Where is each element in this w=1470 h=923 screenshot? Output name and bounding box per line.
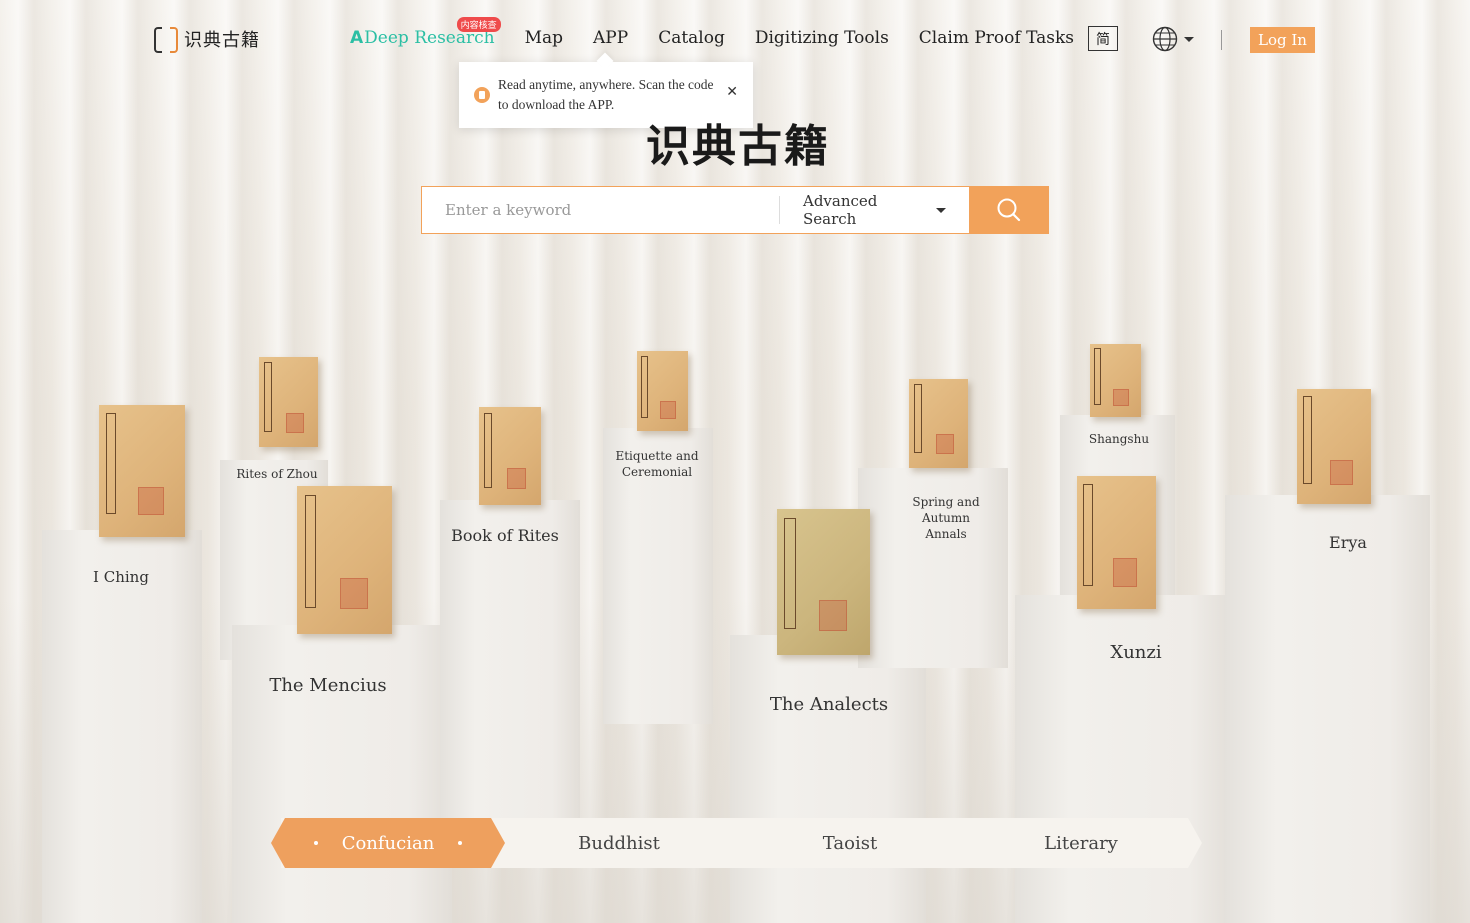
book-etiquette-and-ceremonial[interactable]: [637, 351, 688, 431]
book-label: Erya: [1329, 533, 1367, 552]
nav-map[interactable]: Map: [525, 28, 563, 48]
book-xunzi[interactable]: [1077, 476, 1156, 609]
tab-literary[interactable]: Literary: [978, 818, 1184, 868]
search-icon: [997, 198, 1021, 222]
close-icon[interactable]: ✕: [726, 84, 738, 100]
chevron-down-icon: [936, 207, 946, 213]
new-badge: 内容核查: [456, 17, 501, 32]
globe-icon[interactable]: [1152, 26, 1178, 52]
logo[interactable]: 识典古籍: [154, 26, 260, 53]
tab-buddhist[interactable]: Buddhist: [516, 818, 722, 868]
tab-confucian-label: Confucian: [341, 832, 435, 854]
book-rites-of-zhou[interactable]: [259, 357, 318, 447]
book-the-analects[interactable]: [777, 509, 870, 655]
pedestal: [730, 635, 926, 923]
site-title: 识典古籍: [646, 121, 830, 172]
popup-text: Read anytime, anywhere. Scan the code to…: [498, 77, 714, 112]
login-button[interactable]: Log In: [1250, 27, 1315, 53]
search-bar: Advanced Search: [421, 186, 1049, 234]
pedestal: [440, 500, 580, 830]
main-nav: A Deep Research 内容核查 Map APP Catalog Dig…: [350, 17, 1104, 48]
book-label: I Ching: [93, 568, 149, 586]
nav-claim-proof-tasks[interactable]: Claim Proof Tasks: [919, 28, 1074, 48]
book-label: The Mencius: [269, 675, 387, 696]
book-the-mencius[interactable]: [297, 486, 392, 634]
nav-app[interactable]: APP: [593, 28, 628, 48]
book-label: Xunzi: [1110, 642, 1162, 663]
script-toggle-button[interactable]: 简: [1088, 26, 1118, 51]
search-button[interactable]: [969, 186, 1049, 234]
logo-mark-icon: [154, 27, 178, 53]
book-spring-and-autumn-annals[interactable]: [909, 379, 968, 468]
book-label: The Analects: [769, 694, 889, 715]
book-shangshu[interactable]: [1090, 344, 1141, 417]
nav-catalog[interactable]: Catalog: [658, 28, 725, 48]
tab-taoist[interactable]: Taoist: [747, 818, 953, 868]
logo-text: 识典古籍: [184, 30, 260, 51]
pedestal: [42, 530, 202, 923]
deep-research-icon: A: [350, 28, 364, 48]
chevron-down-icon[interactable]: [1184, 37, 1194, 42]
book-label: Book of Rites: [451, 526, 559, 545]
advanced-search-dropdown[interactable]: Advanced Search: [780, 187, 946, 233]
book-label: Rites of Zhou: [236, 467, 318, 481]
book-erya[interactable]: [1297, 389, 1371, 504]
book-i-ching[interactable]: [99, 405, 185, 537]
category-tabs: Confucian Buddhist Taoist Literary: [271, 818, 1202, 868]
book-book-of-rites[interactable]: [479, 407, 541, 505]
phone-icon: [474, 87, 490, 103]
pedestal: [1225, 495, 1430, 923]
nav-digitizing-tools[interactable]: Digitizing Tools: [755, 28, 889, 48]
search-input[interactable]: [422, 187, 779, 233]
book-label: Spring and Autumn Annals: [912, 495, 980, 541]
tab-confucian[interactable]: Confucian: [271, 818, 505, 868]
pedestal: [232, 625, 452, 923]
book-label: Etiquette and Ceremonial: [615, 449, 699, 479]
advanced-search-label: Advanced Search: [803, 192, 878, 228]
book-label: Shangshu: [1088, 432, 1150, 446]
nav-deep-research[interactable]: A Deep Research 内容核查: [350, 17, 501, 48]
divider: [1221, 30, 1222, 50]
